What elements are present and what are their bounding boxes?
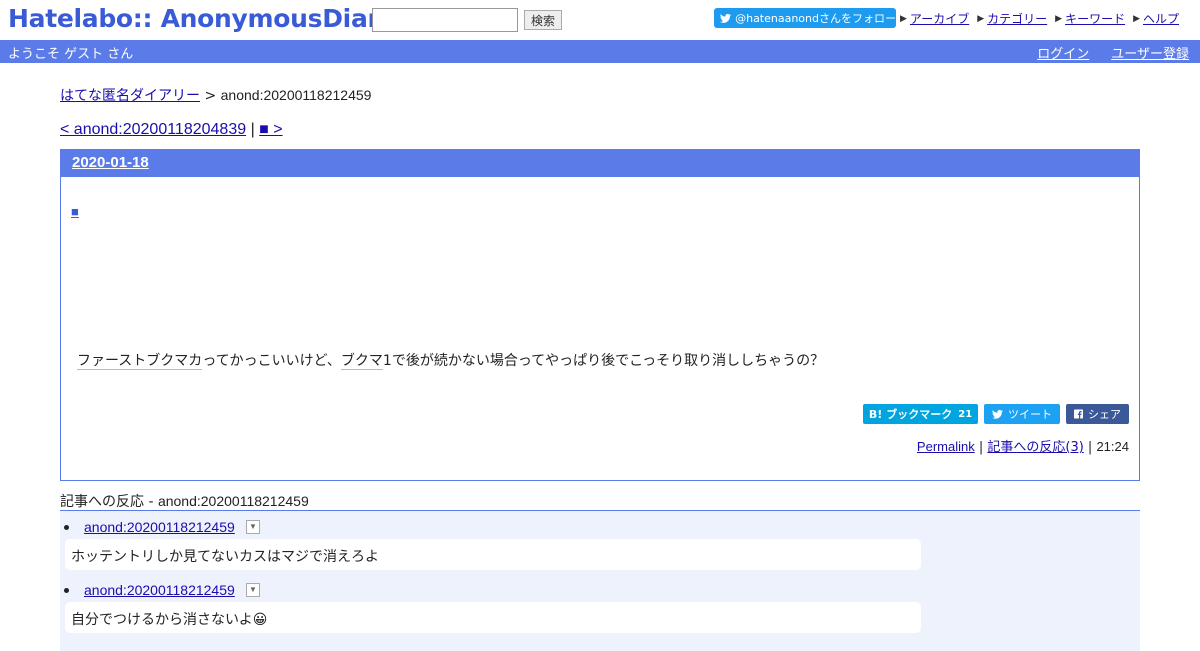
entry-body: ファーストブクマカってかっこいいけど、ブクマ1で後が続かない場合ってやっぱり後で… — [77, 350, 824, 370]
entry-date-link[interactable]: 2020-01-18 — [72, 154, 149, 171]
nav-keyword[interactable]: キーワード — [1065, 10, 1125, 27]
follow-label: @hatenaanondさんをフォロー — [735, 12, 896, 25]
bullet-icon — [64, 588, 69, 593]
reactions-heading-prefix: 記事への反応 - — [60, 494, 158, 510]
breadcrumb-current: anond:20200118212459 — [220, 87, 372, 103]
reaction-body: 自分でつけるから消さないよ😀 — [65, 602, 921, 633]
chevron-down-icon[interactable]: ▼ — [246, 583, 260, 597]
arrow-right-icon: ▶︎ — [977, 13, 985, 24]
reactions-heading: 記事への反応 - anond:20200118212459 — [60, 491, 309, 511]
arrow-right-icon: ▶︎ — [1055, 13, 1063, 24]
entry-body-text: 1で後が続かない場合ってやっぱり後でこっそり取り消ししちゃうの？ — [382, 353, 825, 369]
entry-box: 2020-01-18 ■ ファーストブクマカってかっこいいけど、ブクマ1で後が続… — [60, 149, 1140, 481]
reactions-heading-id: anond:20200118212459 — [157, 493, 309, 509]
reaction-body: ホッテントリしか見てないカスはマジで消えろよ — [65, 539, 921, 570]
user-bar: ようこそ ゲスト さん ログイン ユーザー登録 — [0, 40, 1200, 63]
keyword-link[interactable]: ファーストブクマカ — [77, 353, 203, 370]
tweet-button[interactable]: ツイート — [984, 404, 1060, 424]
register-link[interactable]: ユーザー登録 — [1111, 43, 1189, 62]
arrow-right-icon: ▶︎ — [1133, 13, 1140, 24]
nav-archive[interactable]: アーカイブ — [910, 10, 969, 27]
entry-time: 21:24 — [1096, 439, 1129, 454]
tweet-label: ツイート — [1008, 408, 1052, 421]
share-buttons: B! ブックマーク 21 ツイート シェア — [863, 404, 1129, 424]
facebook-share-label: シェア — [1088, 408, 1121, 421]
breadcrumb-separator: > — [200, 88, 221, 104]
reaction-id-link[interactable]: anond:20200118212459 — [84, 519, 235, 535]
chevron-down-icon[interactable]: ▼ — [246, 520, 260, 534]
breadcrumb-home-link[interactable]: はてな匿名ダイアリー — [60, 88, 200, 104]
twitter-follow-button[interactable]: @hatenaanondさんをフォロー — [714, 8, 896, 28]
site-logo[interactable]: Hatelabo:: AnonymousDiary — [8, 4, 396, 33]
welcome-text: ようこそ ゲスト さん — [8, 47, 134, 62]
entry-footer: Permalink | 記事への反応(3) | 21:24 — [916, 439, 1129, 455]
hatena-bookmark-button[interactable]: B! ブックマーク 21 — [863, 404, 978, 424]
twitter-bird-icon — [992, 409, 1003, 419]
search-input[interactable] — [372, 8, 518, 32]
hatena-b-icon: B! — [868, 407, 883, 421]
bookmark-count: 21 — [958, 408, 973, 420]
bullet-icon — [64, 525, 69, 530]
top-bar: Hatelabo:: AnonymousDiary 検索 @hatenaanon… — [0, 0, 1200, 40]
entry-date-header: 2020-01-18 — [61, 150, 1139, 177]
next-entry-link[interactable]: ■ > — [259, 121, 282, 138]
prev-entry-link[interactable]: < anond:20200118204839 — [60, 121, 246, 138]
search-button[interactable]: 検索 — [524, 10, 562, 30]
facebook-icon — [1074, 409, 1083, 419]
prev-next-nav: < anond:20200118204839 | ■ > — [60, 121, 283, 139]
permalink-link[interactable]: Permalink — [917, 439, 975, 454]
reaction-id-link[interactable]: anond:20200118212459 — [84, 582, 235, 598]
reactions-count-link[interactable]: 記事への反応(3) — [987, 440, 1083, 455]
login-link[interactable]: ログイン — [1037, 43, 1089, 62]
prev-next-separator: | — [246, 121, 260, 138]
breadcrumb: はてな匿名ダイアリー > anond:20200118212459 — [60, 85, 371, 105]
entry-body-text: ってかっこいいけど、 — [202, 353, 341, 369]
twitter-bird-icon — [720, 13, 732, 23]
nav-category[interactable]: カテゴリー — [987, 10, 1047, 27]
facebook-share-button[interactable]: シェア — [1066, 404, 1129, 424]
section-mark-link[interactable]: ■ — [71, 204, 79, 219]
top-nav: ▶︎ アーカイブ ▶︎ カテゴリー ▶︎ キーワード ▶︎ ヘルプ — [900, 10, 1179, 27]
keyword-link[interactable]: ブクマ — [340, 353, 383, 370]
hatena-bookmark-label: ブックマーク — [886, 408, 953, 421]
nav-help[interactable]: ヘルプ — [1143, 10, 1179, 27]
arrow-right-icon: ▶︎ — [900, 13, 907, 24]
